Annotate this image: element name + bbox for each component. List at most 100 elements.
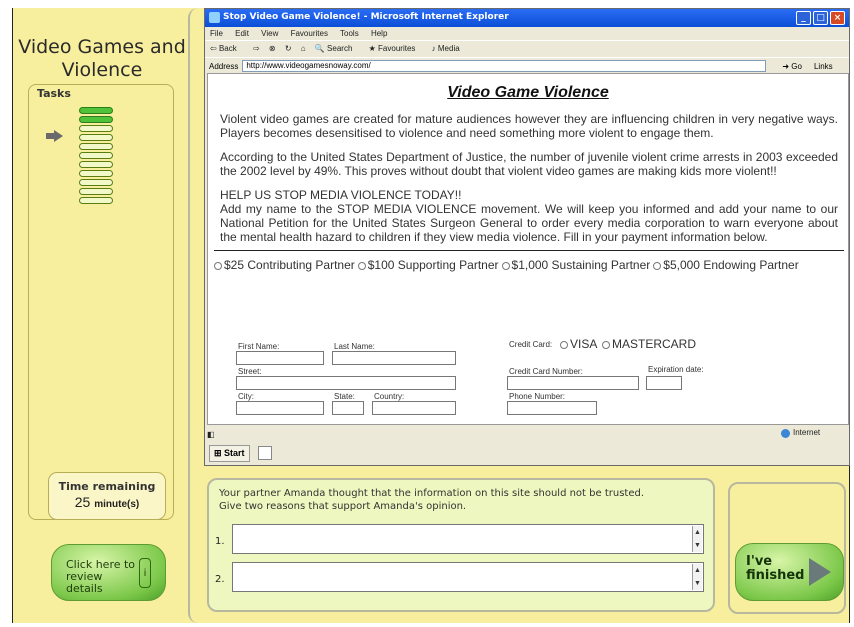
answer-1-scrollbar[interactable]: ▲ ▼ <box>692 526 702 552</box>
tier-25-radio[interactable]: $25 Contributing Partner <box>214 258 355 272</box>
menu-tools[interactable]: Tools <box>340 29 359 38</box>
page-divider <box>214 250 844 251</box>
page-heading: Video Game Violence <box>447 84 609 101</box>
app-title: Video Games and Violence <box>18 36 186 81</box>
task-indicator <box>79 152 113 159</box>
answer-2-input[interactable]: ▲ ▼ <box>232 562 704 592</box>
state-input[interactable] <box>332 401 364 415</box>
menu-edit[interactable]: Edit <box>235 29 249 38</box>
search-button[interactable]: 🔍 Search <box>315 44 360 53</box>
country-input[interactable] <box>372 401 456 415</box>
card-number-input[interactable] <box>507 376 639 390</box>
favourites-button[interactable]: ★ Favourites <box>369 44 423 53</box>
time-remaining-box: Time remaining 25 minute(s) <box>48 472 166 520</box>
tasks-title: Tasks <box>37 87 71 100</box>
tier-5000-radio[interactable]: $5,000 Endowing Partner <box>653 258 799 272</box>
visa-radio[interactable]: VISA <box>560 337 597 351</box>
tier-1000-radio[interactable]: $1,000 Sustaining Partner <box>501 258 650 272</box>
finished-button[interactable]: I've finished <box>735 543 844 601</box>
task-indicator <box>79 107 113 114</box>
time-remaining-unit: minute(s) <box>94 499 140 510</box>
street-input[interactable] <box>236 376 456 390</box>
city-input[interactable] <box>236 401 324 415</box>
address-input[interactable]: http://www.videogamesnoway.com/ <box>242 60 767 72</box>
browser-titlebar: Stop Video Game Violence! - Microsoft In… <box>205 9 849 27</box>
task-indicator <box>79 116 113 123</box>
forward-button[interactable]: ⇨ <box>253 44 260 53</box>
menu-file[interactable]: File <box>210 29 223 38</box>
status-bar: ◧ Internet <box>207 427 849 441</box>
address-label: Address <box>209 61 239 71</box>
time-remaining-value: 25 <box>74 494 91 510</box>
task-indicator <box>79 161 113 168</box>
task-indicator <box>79 188 113 195</box>
menu-view[interactable]: View <box>261 29 278 38</box>
home-button[interactable]: ⌂ <box>301 44 306 53</box>
donation-tiers: $25 Contributing Partner $100 Supporting… <box>214 258 848 272</box>
refresh-button[interactable]: ↻ <box>285 44 292 53</box>
page-content: Video Game Violence Violent video games … <box>207 73 849 425</box>
menu-bar: File Edit View Favourites Tools Help <box>205 27 849 40</box>
task-indicator <box>79 134 113 141</box>
menu-help[interactable]: Help <box>371 29 387 38</box>
media-button[interactable]: ♪ Media <box>432 44 467 53</box>
review-details-label: Click here to review details <box>66 558 136 595</box>
first-name-label: First Name: <box>238 342 280 351</box>
links-button[interactable]: Links <box>814 62 833 71</box>
last-name-label: Last Name: <box>334 342 375 351</box>
task-indicator <box>79 125 113 132</box>
task-indicator <box>79 197 113 204</box>
page-status-icon: ◧ <box>207 429 215 439</box>
stop-button[interactable]: ⊗ <box>269 44 276 53</box>
time-remaining-label: Time remaining <box>58 480 156 493</box>
page-petition-text: Add my name to the STOP MEDIA VIOLENCE m… <box>220 202 838 244</box>
card-number-label: Credit Card Number: <box>509 367 583 376</box>
expiration-input[interactable] <box>646 376 682 390</box>
first-name-input[interactable] <box>236 351 324 365</box>
street-label: Street: <box>238 367 262 376</box>
close-button[interactable]: × <box>830 11 845 25</box>
answer-1-input[interactable]: ▲ ▼ <box>232 524 704 554</box>
task-indicator <box>79 143 113 150</box>
answer-2-scrollbar[interactable]: ▲ ▼ <box>692 564 702 590</box>
phone-input[interactable] <box>507 401 597 415</box>
answer-2-number: 2. <box>215 574 225 585</box>
go-button[interactable]: ➜ Go <box>782 62 802 71</box>
info-icon: i <box>139 558 151 588</box>
page-paragraph-2: According to the United States Departmen… <box>220 150 838 178</box>
browser-toolbar: ⇦ Back ⇨ ⊗ ↻ ⌂ 🔍 Search ★ Favourites ♪ M… <box>205 40 849 57</box>
state-label: State: <box>334 392 355 401</box>
internet-zone-label: Internet <box>793 428 821 437</box>
credit-card-label: Credit Card: <box>509 340 553 349</box>
city-label: City: <box>238 392 254 401</box>
country-label: Country: <box>374 392 405 401</box>
phone-label: Phone Number: <box>509 392 566 401</box>
page-call-to-action: HELP US STOP MEDIA VIOLENCE TODAY!! <box>220 188 462 202</box>
ie-icon <box>209 12 220 23</box>
answer-1-number: 1. <box>215 536 225 547</box>
address-bar: Address http://www.videogamesnoway.com/ … <box>205 57 849 72</box>
back-button[interactable]: ⇦ Back <box>210 44 244 53</box>
browser-window: Stop Video Game Violence! - Microsoft In… <box>204 8 850 466</box>
task-indicator <box>79 179 113 186</box>
start-button[interactable]: ⊞ Start <box>209 444 250 462</box>
mastercard-radio[interactable]: MASTERCARD <box>602 337 696 351</box>
maximize-button[interactable]: □ <box>813 11 828 25</box>
taskbar: ⊞ Start <box>207 443 849 463</box>
internet-zone-icon <box>781 429 790 438</box>
page-paragraph-1: Violent video games are created for matu… <box>220 112 838 140</box>
last-name-input[interactable] <box>332 351 456 365</box>
current-task-arrow-icon <box>46 130 63 142</box>
expiration-label: Expiration date: <box>648 365 704 374</box>
question-panel: Your partner Amanda thought that the inf… <box>207 478 715 612</box>
tier-100-radio[interactable]: $100 Supporting Partner <box>357 258 499 272</box>
panel-divider <box>188 8 200 623</box>
minimize-button[interactable]: _ <box>796 11 811 25</box>
question-text: Your partner Amanda thought that the inf… <box>219 488 645 512</box>
menu-favourites[interactable]: Favourites <box>291 29 328 38</box>
taskbar-ie-icon[interactable] <box>257 446 272 460</box>
review-details-button[interactable]: Click here to review details i <box>51 544 166 601</box>
task-indicator <box>79 170 113 177</box>
window-title: Stop Video Game Violence! - Microsoft In… <box>223 12 509 22</box>
play-arrow-icon <box>809 558 831 586</box>
